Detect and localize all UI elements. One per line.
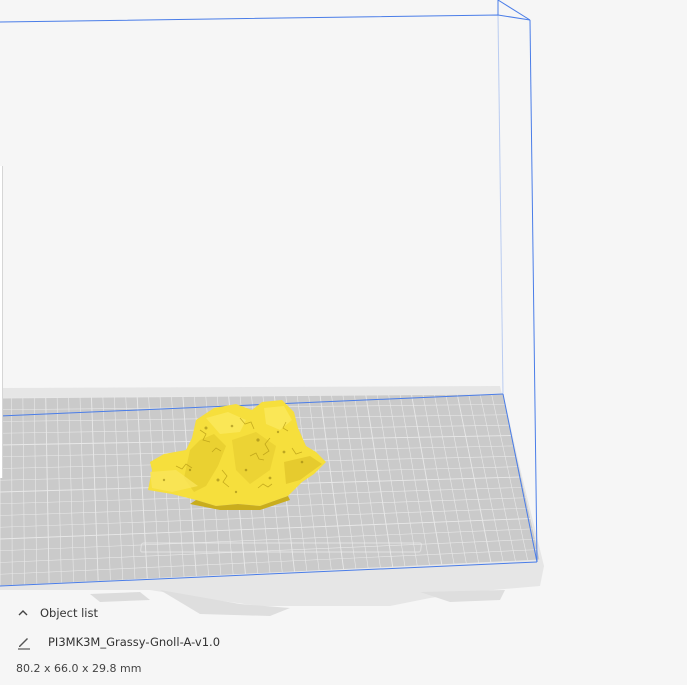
object-list-title: Object list [40, 606, 98, 620]
object-list-toggle[interactable]: Object list [16, 604, 98, 622]
pencil-icon[interactable] [16, 634, 32, 650]
3d-viewport[interactable] [0, 0, 687, 685]
chevron-up-icon [18, 610, 28, 616]
object-dimensions: 80.2 x 66.0 x 29.8 mm [16, 662, 142, 675]
object-name: PI3MK3M_Grassy-Gnoll-A-v1.0 [48, 635, 221, 649]
left-panel-edge [0, 166, 3, 478]
object-list-panel: Object list PI3MK3M_Grassy-Gnoll-A-v1.0 … [0, 596, 687, 685]
object-list-item[interactable]: PI3MK3M_Grassy-Gnoll-A-v1.0 [16, 632, 220, 652]
